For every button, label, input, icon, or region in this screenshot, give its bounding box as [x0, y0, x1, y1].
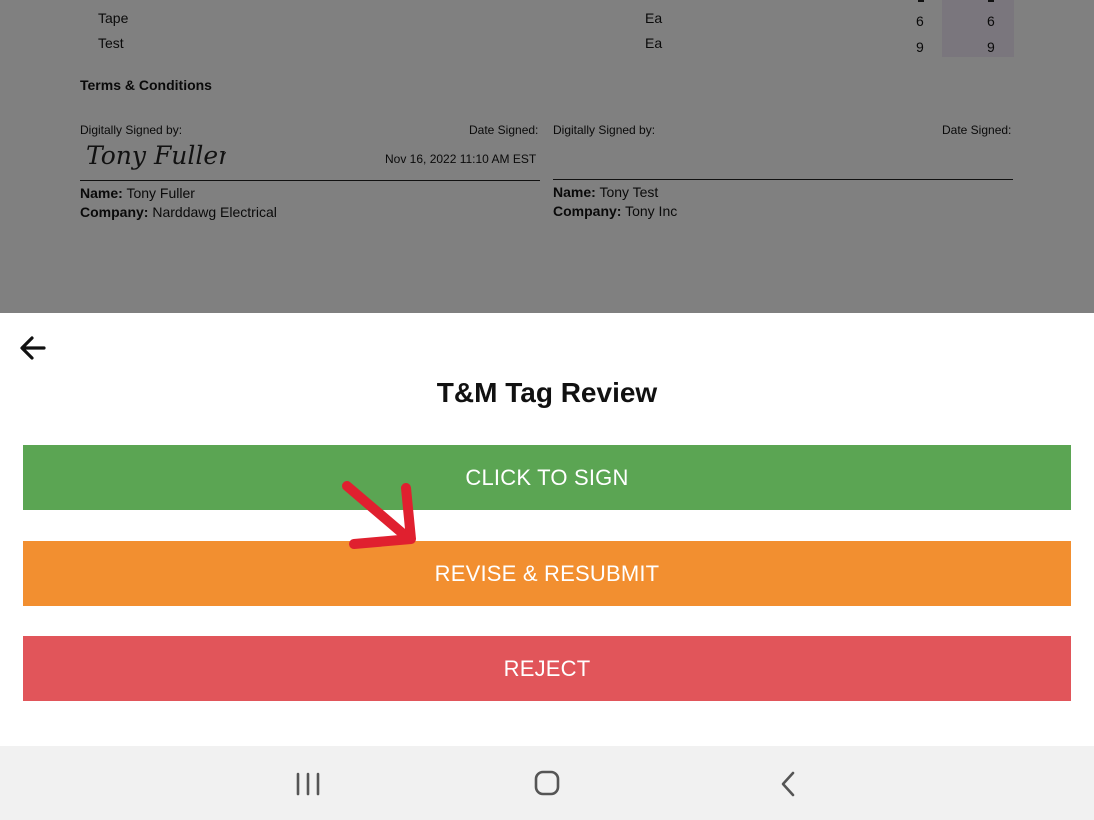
- system-navigation-bar: [0, 746, 1094, 820]
- revise-resubmit-button[interactable]: REVISE & RESUBMIT: [23, 541, 1071, 606]
- recent-apps-icon: [296, 772, 320, 796]
- signature-line: [553, 179, 1013, 180]
- signer-name: Name: Tony Fuller: [80, 185, 195, 201]
- line-item-qty: 9: [916, 39, 924, 55]
- line-item-name: Test: [98, 35, 124, 51]
- signer-company: Company: Narddawg Electrical: [80, 204, 277, 220]
- signature-line: [80, 180, 540, 181]
- row-tick: [918, 0, 924, 2]
- quantity-highlight-column: [942, 0, 1014, 57]
- line-item-qty-total: 6: [987, 13, 995, 29]
- signature-image: Tony Fuller: [86, 140, 232, 183]
- chevron-left-icon: [781, 771, 795, 797]
- arrow-left-icon: [20, 336, 46, 360]
- signer-name: Name: Tony Test: [553, 184, 659, 200]
- home-button[interactable]: [523, 764, 571, 804]
- nav-back-button[interactable]: [764, 764, 812, 804]
- home-icon: [534, 770, 560, 796]
- line-item-qty-total: 9: [987, 39, 995, 55]
- date-signed-label: Date Signed:: [942, 123, 1012, 137]
- line-item-qty: 6: [916, 13, 924, 29]
- line-item-unit: Ea: [645, 10, 663, 26]
- document-preview: Tape Ea 6 6 Test Ea 9 9 Terms & Conditio…: [0, 0, 1094, 313]
- svg-text:Tony Fuller: Tony Fuller: [86, 141, 226, 170]
- line-item-unit: Ea: [645, 35, 663, 51]
- click-to-sign-button[interactable]: CLICK TO SIGN: [23, 445, 1071, 510]
- terms-heading: Terms & Conditions: [80, 77, 212, 93]
- signed-by-label: Digitally Signed by:: [80, 123, 183, 137]
- date-signed-label: Date Signed:: [469, 123, 539, 137]
- reject-button[interactable]: REJECT: [23, 636, 1071, 701]
- row-tick: [988, 0, 994, 2]
- line-item-name: Tape: [98, 10, 129, 26]
- signer-company: Company: Tony Inc: [553, 203, 678, 219]
- page-title: T&M Tag Review: [436, 377, 658, 408]
- date-signed-value: Nov 16, 2022 11:10 AM EST: [385, 152, 537, 166]
- back-button[interactable]: [16, 333, 50, 363]
- signed-by-label: Digitally Signed by:: [553, 123, 656, 137]
- recent-apps-button[interactable]: [284, 764, 332, 804]
